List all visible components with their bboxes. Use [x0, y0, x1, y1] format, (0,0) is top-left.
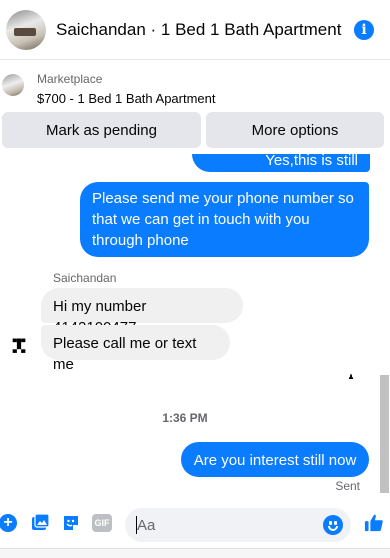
conversation-header: Saichandan · 1 Bed 1 Bath Apartment i [0, 0, 390, 60]
mark-as-pending-button[interactable]: Mark as pending [2, 112, 201, 148]
message-input[interactable] [137, 508, 317, 542]
emoji-icon[interactable] [323, 515, 343, 535]
sent-status: Sent [335, 479, 360, 493]
gif-icon[interactable]: GIF [92, 513, 112, 533]
message-input-wrapper[interactable] [125, 508, 351, 542]
conversation-title[interactable]: Saichandan · 1 Bed 1 Bath Apartment [56, 20, 341, 40]
marketplace-listing[interactable]: Marketplace $700 - 1 Bed 1 Bath Apartmen… [0, 62, 390, 110]
gif-label: GIF [92, 514, 112, 532]
scrollbar-thumb[interactable] [380, 375, 389, 493]
contact-avatar[interactable] [6, 9, 46, 50]
message-bubble[interactable]: Hi my number 4142100477 [41, 288, 243, 336]
listing-thumbnail [2, 74, 24, 96]
window-bottom-edge [0, 548, 390, 558]
message-list[interactable]: Yes,this is still available Please send … [0, 154, 390, 498]
sticker-icon[interactable] [61, 513, 81, 533]
message-composer: + GIF [0, 502, 390, 546]
seen-indicator-icon: ♟ [347, 374, 355, 381]
listing-title: $700 - 1 Bed 1 Bath Apartment [37, 91, 216, 106]
sender-avatar[interactable]: ▀█▀ ▄▀▄ [9, 340, 29, 354]
more-options-button[interactable]: More options [206, 112, 384, 148]
message-bubble[interactable]: Yes,this is still available [192, 154, 370, 190]
timestamp: 1:36 PM [162, 411, 208, 425]
like-icon[interactable] [364, 513, 384, 533]
photo-icon[interactable] [30, 513, 50, 533]
info-icon[interactable]: i [354, 20, 374, 40]
message-bubble[interactable]: Please call me or text me [41, 325, 230, 373]
sender-name: Saichandan [53, 271, 117, 285]
plus-icon[interactable]: + [0, 513, 18, 533]
marketplace-label: Marketplace [37, 72, 103, 86]
message-bubble[interactable]: Please send me your phone number so that… [80, 182, 369, 257]
message-bubble[interactable]: Are you interest still now [181, 442, 369, 477]
scrollbar[interactable] [380, 155, 389, 495]
